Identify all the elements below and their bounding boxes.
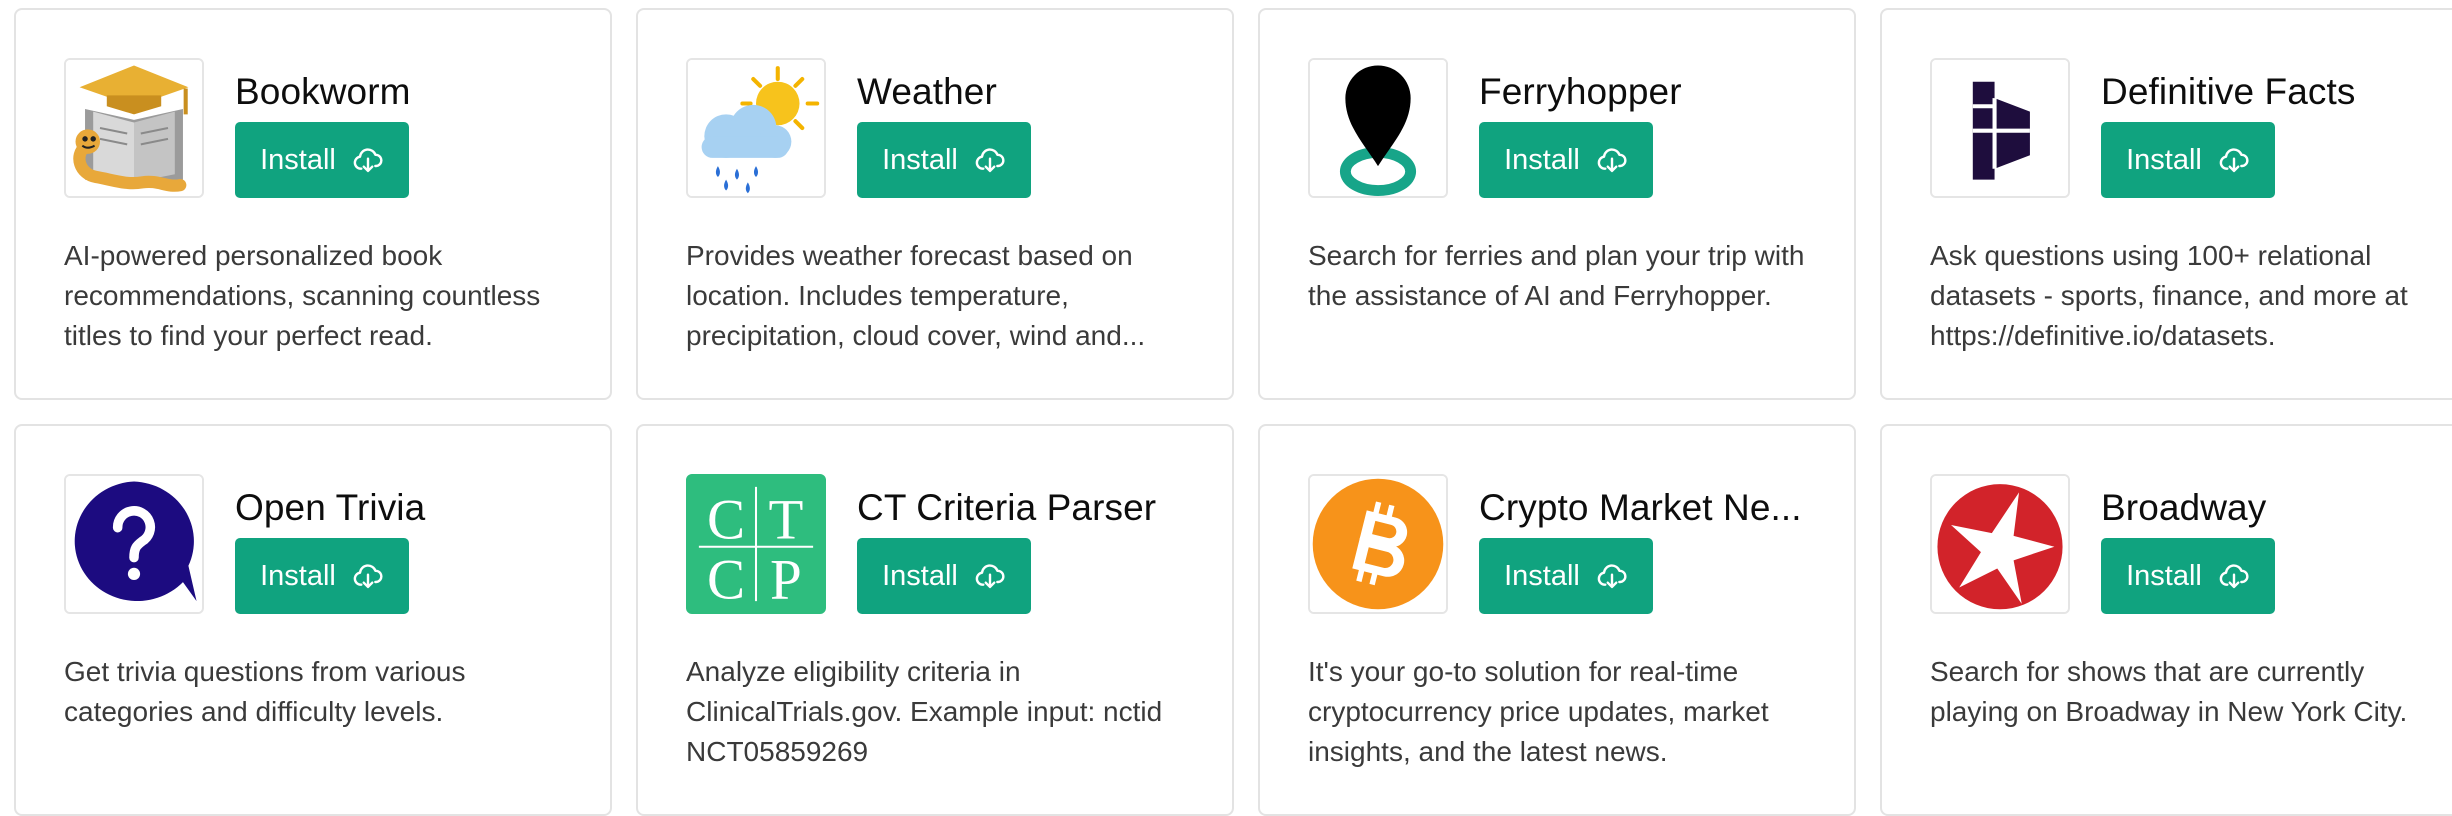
- plugin-description: Analyze eligibility criteria in Clinical…: [686, 656, 1163, 767]
- plugin-name: Broadway: [2101, 487, 2267, 528]
- definitive-facts-logo-icon: [1930, 58, 2070, 198]
- plugin-card-crypto-market-news: Crypto Market Ne... Install It's your go…: [1258, 424, 1856, 816]
- broadway-logo-icon: [1930, 474, 2070, 614]
- ct-criteria-parser-logo-icon: C T C P: [686, 474, 826, 614]
- plugin-name: Crypto Market Ne...: [1479, 487, 1802, 528]
- plugin-name: Bookworm: [235, 71, 411, 112]
- logo-letter: C: [707, 489, 745, 552]
- plugin-name: Weather: [857, 71, 997, 112]
- plugin-card-ferryhopper: Ferryhopper Install Search for ferries a…: [1258, 8, 1856, 400]
- install-button-weather[interactable]: Install: [857, 122, 1031, 198]
- open-trivia-logo-icon: [64, 474, 204, 614]
- install-button-broadway[interactable]: Install: [2101, 538, 2275, 614]
- logo-letter: T: [768, 489, 803, 552]
- install-label: Install: [260, 143, 336, 176]
- plugin-card-open-trivia: Open Trivia Install Get trivia questions…: [14, 424, 612, 816]
- plugin-name: Definitive Facts: [2101, 71, 2356, 112]
- plugin-card-definitive-facts: Definitive Facts Install Ask questions u…: [1880, 8, 2452, 400]
- cloud-download-icon: [2219, 564, 2249, 589]
- cloud-download-icon: [975, 148, 1005, 173]
- install-button-ct-criteria-parser[interactable]: Install: [857, 538, 1031, 614]
- install-label: Install: [2126, 559, 2202, 592]
- install-button-crypto-market-news[interactable]: Install: [1479, 538, 1653, 614]
- logo-letter: P: [770, 548, 802, 611]
- install-label: Install: [1504, 559, 1580, 592]
- cloud-download-icon: [1597, 564, 1627, 589]
- plugin-name: Open Trivia: [235, 487, 426, 528]
- plugin-card-ct-criteria-parser: C T C P CT Criteria Parser Install Analy…: [636, 424, 1234, 816]
- install-button-open-trivia[interactable]: Install: [235, 538, 409, 614]
- plugin-name: CT Criteria Parser: [857, 487, 1157, 528]
- cloud-download-icon: [2219, 148, 2249, 173]
- plugin-card-broadway: Broadway Install Search for shows that a…: [1880, 424, 2452, 816]
- cloud-download-icon: [1597, 148, 1627, 173]
- install-label: Install: [2126, 143, 2202, 176]
- plugin-description: Provides weather forecast based on locat…: [686, 240, 1146, 351]
- plugin-description: It's your go-to solution for real-time c…: [1308, 656, 1769, 767]
- install-button-ferryhopper[interactable]: Install: [1479, 122, 1653, 198]
- plugin-name: Ferryhopper: [1479, 71, 1682, 112]
- bitcoin-logo-icon: [1308, 474, 1448, 614]
- plugin-description: Search for shows that are currently play…: [1930, 656, 2408, 727]
- cloud-download-icon: [353, 564, 383, 589]
- install-button-bookworm[interactable]: Install: [235, 122, 409, 198]
- logo-letter: C: [707, 548, 745, 611]
- plugin-description: Get trivia questions from various catego…: [64, 656, 466, 727]
- install-label: Install: [882, 143, 958, 176]
- bookworm-logo-icon: [64, 58, 204, 198]
- plugin-grid: Bookworm Install AI-powered personalized…: [0, 0, 2452, 816]
- install-label: Install: [882, 559, 958, 592]
- install-label: Install: [1504, 143, 1580, 176]
- install-button-definitive-facts[interactable]: Install: [2101, 122, 2275, 198]
- plugin-description: AI-powered personalized book recommendat…: [64, 240, 541, 351]
- ferryhopper-logo-icon: [1308, 58, 1448, 198]
- plugin-description: Ask questions using 100+ relational data…: [1930, 240, 2408, 351]
- install-label: Install: [260, 559, 336, 592]
- cloud-download-icon: [353, 148, 383, 173]
- weather-logo-icon: [686, 58, 826, 198]
- plugin-description: Search for ferries and plan your trip wi…: [1308, 240, 1805, 311]
- plugin-card-weather: Weather Install Provides weather forecas…: [636, 8, 1234, 400]
- cloud-download-icon: [975, 564, 1005, 589]
- plugin-card-bookworm: Bookworm Install AI-powered personalized…: [14, 8, 612, 400]
